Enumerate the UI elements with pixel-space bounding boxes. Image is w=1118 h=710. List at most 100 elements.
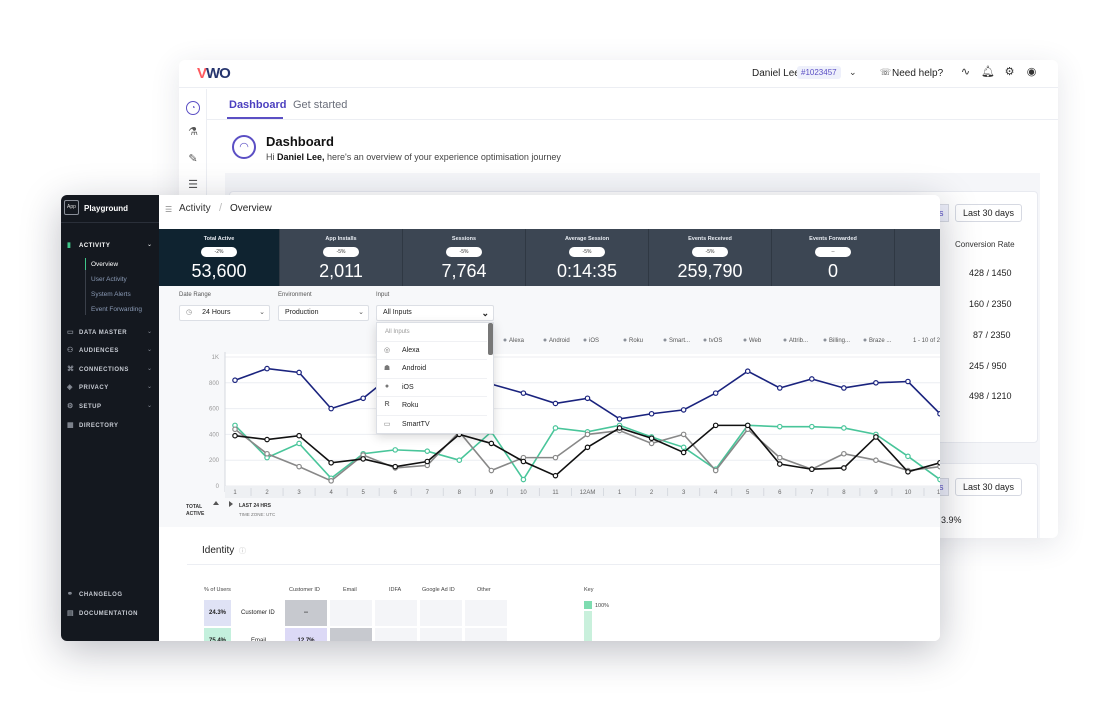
matrix-cell[interactable]: -- bbox=[285, 600, 327, 626]
sidebar-item-privacy[interactable]: ◈ PRIVACY bbox=[67, 383, 109, 391]
chevron-down-icon[interactable]: ⌄ bbox=[147, 402, 152, 409]
input-dropdown-menu: All Inputs ◎ Alexa ☗ Android ● iOS R Roku ▭ S… bbox=[376, 322, 494, 434]
dropdown-item-ios[interactable]: ● iOS bbox=[377, 378, 487, 396]
alexa-icon: ◎ bbox=[383, 347, 391, 354]
matrix-cell[interactable] bbox=[465, 628, 507, 641]
data-point bbox=[488, 467, 495, 474]
dropdown-item-smarttv[interactable]: ▭ SmartTV bbox=[377, 415, 487, 433]
stat-label: Average Session bbox=[564, 236, 610, 242]
sidebar-item-data-master[interactable]: ▭ DATA MASTER bbox=[67, 328, 127, 336]
sidebar-item-setup[interactable]: ⚙ SETUP bbox=[67, 402, 102, 410]
matrix-cell[interactable] bbox=[330, 628, 372, 641]
data-point bbox=[296, 432, 302, 439]
dropdown-scrollbar[interactable] bbox=[488, 323, 493, 355]
breadcrumb-parent[interactable]: Activity bbox=[179, 203, 211, 214]
user-icon[interactable]: ◉ bbox=[1025, 66, 1038, 79]
gear-icon[interactable]: ⚙ bbox=[1003, 66, 1016, 79]
sidebar-sub-user-activity[interactable]: User Activity bbox=[91, 276, 127, 283]
input-select[interactable]: All Inputs ⌄ bbox=[376, 305, 494, 321]
info-icon[interactable]: ⓘ bbox=[239, 546, 246, 556]
column-header: Other bbox=[477, 587, 491, 593]
matrix-cell[interactable] bbox=[465, 600, 507, 626]
flask-icon[interactable]: ⚗ bbox=[186, 125, 200, 139]
sidebar-item-changelog[interactable]: ⚭ CHANGELOG bbox=[67, 590, 123, 598]
chevron-down-icon[interactable]: ⌄ bbox=[147, 346, 152, 353]
sidebar-item-directory[interactable]: ▦ DIRECTORY bbox=[67, 421, 119, 429]
activity-icon[interactable]: ∿ bbox=[959, 66, 972, 79]
date-range-label: Date Range bbox=[179, 292, 212, 298]
page-title: Dashboard bbox=[266, 134, 334, 149]
vwo-logo[interactable]: VWO bbox=[197, 65, 231, 82]
user-name[interactable]: Daniel Lee bbox=[752, 68, 800, 79]
data-point bbox=[873, 379, 879, 386]
sidebar-sub-overview[interactable]: Overview bbox=[91, 261, 118, 268]
stat-change-chip[interactable]: -5% bbox=[692, 247, 728, 257]
data-point bbox=[680, 449, 687, 456]
stat-change-chip[interactable]: -- bbox=[815, 247, 851, 257]
environment-select[interactable]: Production ⌄ bbox=[278, 305, 369, 321]
column-header: Google Ad ID bbox=[422, 587, 455, 593]
chevron-down-icon[interactable]: ⌄ bbox=[849, 67, 857, 78]
stat-average-session[interactable]: Average Session -5% 0:14:35 bbox=[526, 229, 649, 286]
sort-up-icon bbox=[213, 501, 219, 505]
stat-events-forwarded[interactable]: Events Forwarded -- 0 bbox=[772, 229, 895, 286]
bell-icon[interactable]: 🔔︎ bbox=[981, 66, 995, 79]
dropdown-header[interactable]: All Inputs bbox=[385, 329, 410, 335]
range-select-30-days[interactable]: Last 30 days bbox=[955, 478, 1023, 496]
workspace-title[interactable]: Playground bbox=[84, 204, 128, 213]
legend-marker bbox=[783, 338, 787, 342]
sidebar-item-audiences[interactable]: ⚇ AUDIENCES bbox=[67, 346, 119, 354]
date-range-select[interactable]: ◷ 24 Hours ⌄ bbox=[179, 305, 270, 321]
dropdown-item-alexa[interactable]: ◎ Alexa bbox=[377, 341, 487, 359]
chevron-down-icon[interactable]: ⌄ bbox=[147, 365, 152, 372]
chevron-down-icon: ⌄ bbox=[259, 309, 265, 316]
data-point bbox=[744, 368, 751, 374]
conversion-value: 245 / 950 bbox=[969, 361, 1007, 371]
y-tick-label: 1K bbox=[212, 355, 219, 361]
need-help-link[interactable]: Need help? bbox=[892, 68, 943, 79]
matrix-cell[interactable] bbox=[375, 600, 417, 626]
data-point bbox=[552, 425, 559, 431]
stat-value: 2,011 bbox=[319, 261, 363, 281]
connections-icon: ⌘ bbox=[67, 366, 75, 373]
range-select-30-days[interactable]: Last 30 days bbox=[955, 204, 1023, 222]
stat-app-installs[interactable]: App Installs -5% 2,011 bbox=[280, 229, 403, 286]
dropdown-item-roku[interactable]: R Roku bbox=[377, 396, 487, 414]
stat-change-chip[interactable]: -5% bbox=[323, 247, 359, 257]
sidebar-sub-system-alerts[interactable]: System Alerts bbox=[91, 291, 131, 298]
edit-icon[interactable]: ✎ bbox=[186, 152, 200, 166]
sidebar-sub-event-forwarding[interactable]: Event Forwarding bbox=[91, 306, 142, 313]
data-point bbox=[296, 463, 302, 470]
data-point bbox=[712, 390, 719, 396]
divider bbox=[207, 119, 1058, 120]
sidebar-item-activity[interactable]: ▮ ACTIVITY bbox=[67, 241, 110, 249]
stat-sessions[interactable]: Sessions -5% 7,764 bbox=[403, 229, 526, 286]
android-icon: ☗ bbox=[383, 365, 391, 372]
stat-total-active[interactable]: Total Active -2% 53,600 bbox=[159, 229, 280, 286]
line-chart: 1K 800 600 400 200 0 Alexa Android iOS Roku Smart.… bbox=[186, 338, 940, 517]
matrix-cell[interactable] bbox=[420, 600, 462, 626]
dashboard-icon[interactable]: ◔ bbox=[186, 101, 200, 115]
tab-get-started[interactable]: Get started bbox=[293, 99, 347, 111]
sidebar-item-documentation[interactable]: ▤ DOCUMENTATION bbox=[67, 609, 138, 617]
stat-change-chip[interactable]: -2% bbox=[201, 247, 237, 257]
data-point bbox=[552, 472, 559, 479]
key-scale bbox=[584, 611, 592, 641]
matrix-cell[interactable]: 12.7% bbox=[285, 628, 327, 641]
database-icon[interactable]: ☰ bbox=[186, 178, 200, 192]
tab-dashboard[interactable]: Dashboard bbox=[229, 99, 286, 111]
sidebar-item-connections[interactable]: ⌘ CONNECTIONS bbox=[67, 365, 129, 373]
matrix-cell[interactable] bbox=[375, 628, 417, 641]
matrix-cell[interactable] bbox=[420, 628, 462, 641]
row-label: Email bbox=[237, 628, 281, 641]
menu-icon[interactable]: ☰ bbox=[165, 205, 172, 214]
chevron-down-icon[interactable]: ⌄ bbox=[147, 383, 152, 390]
chevron-down-icon[interactable]: ⌄ bbox=[147, 328, 152, 335]
dropdown-item-android[interactable]: ☗ Android bbox=[377, 359, 487, 377]
stat-change-chip[interactable]: -5% bbox=[446, 247, 482, 257]
chevron-down-icon[interactable]: ⌄ bbox=[147, 241, 152, 248]
data-point bbox=[264, 436, 270, 443]
stat-events-received[interactable]: Events Received -5% 259,790 bbox=[649, 229, 772, 286]
stat-change-chip[interactable]: -5% bbox=[569, 247, 605, 257]
matrix-cell[interactable] bbox=[330, 600, 372, 626]
